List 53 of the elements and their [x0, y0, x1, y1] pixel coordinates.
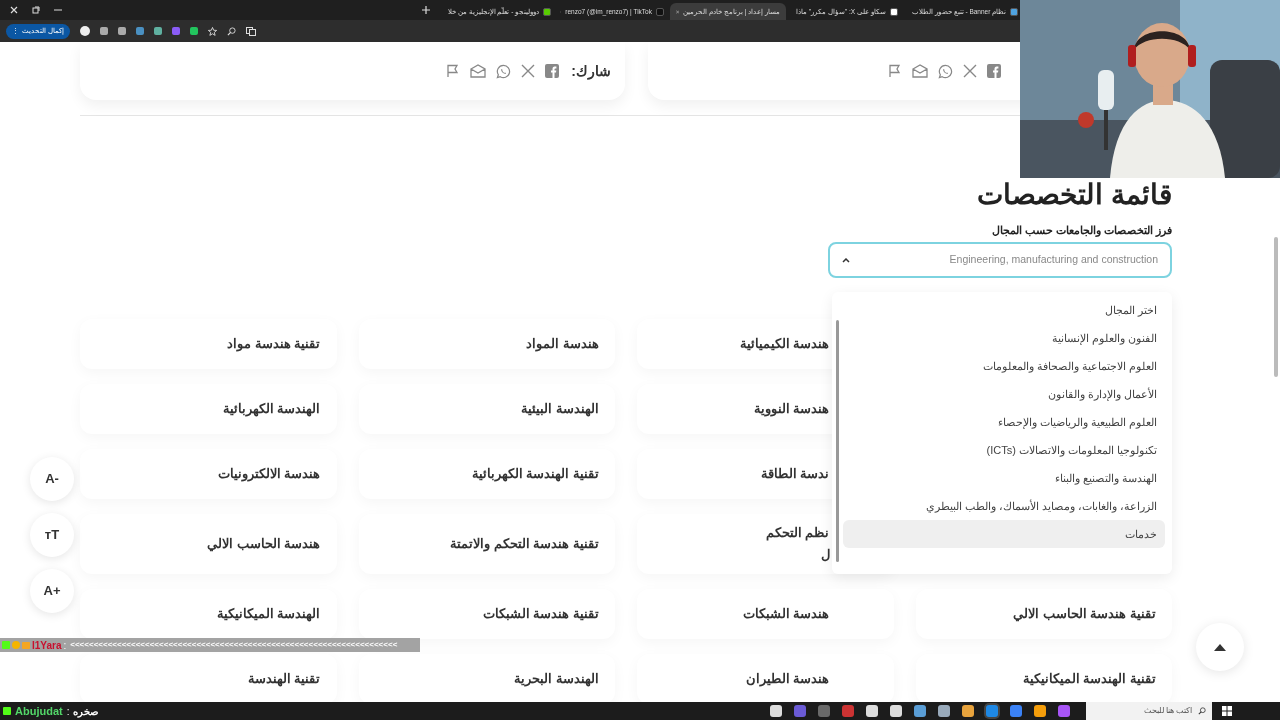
chat-separator: :: [66, 704, 70, 719]
chat-username: I1Yara: [32, 638, 62, 653]
taskbar-search-field[interactable]: اكتب هنا للبحث: [1086, 702, 1212, 720]
chat-username: Abujudat: [15, 703, 63, 719]
chat-message: <<<<<<<<<<<<<<<<<<<<<<<<<<<<<<<<<<<<<<<<<<<<<<<<<<<<<<<<<<<<<<<<<<<<<<: [70, 640, 398, 650]
major-name: هندسة المواد: [526, 335, 599, 354]
select-value: Engineering, manufacturing and construction: [949, 252, 1158, 268]
search-placeholder: اكتب هنا للبحث: [1143, 705, 1192, 717]
major-name: ندسة الطاقة: [760, 465, 830, 483]
major-name: تقنية هندسة مواد: [227, 335, 321, 354]
major-name: تقنية الهندسة: [247, 670, 321, 689]
major-name: هندسة الشبكات: [742, 605, 830, 623]
major-card[interactable]: هندسة الحاسب الالي: [80, 514, 337, 574]
font-size-button[interactable]: тT: [30, 513, 74, 557]
filter-label: فرز التخصصات والجامعات حسب المجال: [991, 223, 1172, 237]
major-name: هندسة الطيران: [745, 670, 830, 689]
major-card[interactable]: تقنية الهندسة الميكانيكية: [915, 654, 1172, 702]
major-card[interactable]: هندسة الطيران: [637, 654, 894, 702]
major-name: هندسة النووية: [753, 400, 830, 419]
section-heading: قائمة التخصصات: [977, 178, 1172, 212]
major-name: تقنية هندسة التحكم والاتمتة: [450, 535, 599, 554]
major-name: الهندسة البيئية: [521, 400, 599, 419]
major-name: تقنية هندسة الشبكات: [482, 605, 599, 623]
major-name: هندسة الكيميائية: [739, 335, 830, 353]
chat-message: صخره: [73, 704, 99, 719]
major-name: الهندسة البحرية: [514, 670, 599, 689]
major-card[interactable]: تقنية هندسة التحكم والاتمتة: [358, 514, 615, 574]
major-card[interactable]: الهندسة البحرية: [358, 654, 615, 702]
major-name: تقنية هندسة الحاسب الالي: [1013, 605, 1156, 624]
major-card[interactable]: تقنية الهندسة الكهربائية: [358, 449, 615, 499]
major-card[interactable]: هندسة الالكترونيات: [80, 449, 337, 499]
major-card[interactable]: الهندسة البيئية: [358, 384, 615, 434]
chat-separator: :: [63, 638, 67, 653]
major-name: نظم التحكم ل: [765, 524, 830, 564]
major-name: هندسة الالكترونيات: [217, 465, 321, 484]
major-name: تقنية الهندسة الميكانيكية: [1022, 670, 1156, 689]
font-size-button[interactable]: A-: [30, 457, 74, 501]
major-name: تقنية الهندسة الكهربائية: [471, 465, 599, 484]
major-name: الهندسة الميكانيكية: [216, 605, 321, 624]
dropdown-option[interactable]: خدمات: [843, 520, 1165, 548]
major-card[interactable]: تقنية الهندسة: [80, 654, 337, 702]
major-card[interactable]: هندسة المواد: [358, 319, 615, 369]
share-label: شارك:: [571, 61, 611, 82]
font-size-button[interactable]: A+: [30, 569, 74, 613]
major-card[interactable]: الهندسة الميكانيكية: [80, 589, 337, 639]
major-name: هندسة الحاسب الالي: [207, 535, 321, 554]
filter-select[interactable]: Engineering, manufacturing and construction: [828, 242, 1172, 278]
major-card[interactable]: تقنية هندسة مواد: [80, 319, 337, 369]
major-card[interactable]: تقنية هندسة الحاسب الالي: [915, 589, 1172, 639]
major-card[interactable]: تقنية هندسة الشبكات: [358, 589, 615, 639]
major-card[interactable]: هندسة الشبكات: [637, 589, 894, 639]
major-name: الهندسة الكهربائية: [222, 400, 321, 419]
major-card[interactable]: الهندسة الكهربائية: [80, 384, 337, 434]
